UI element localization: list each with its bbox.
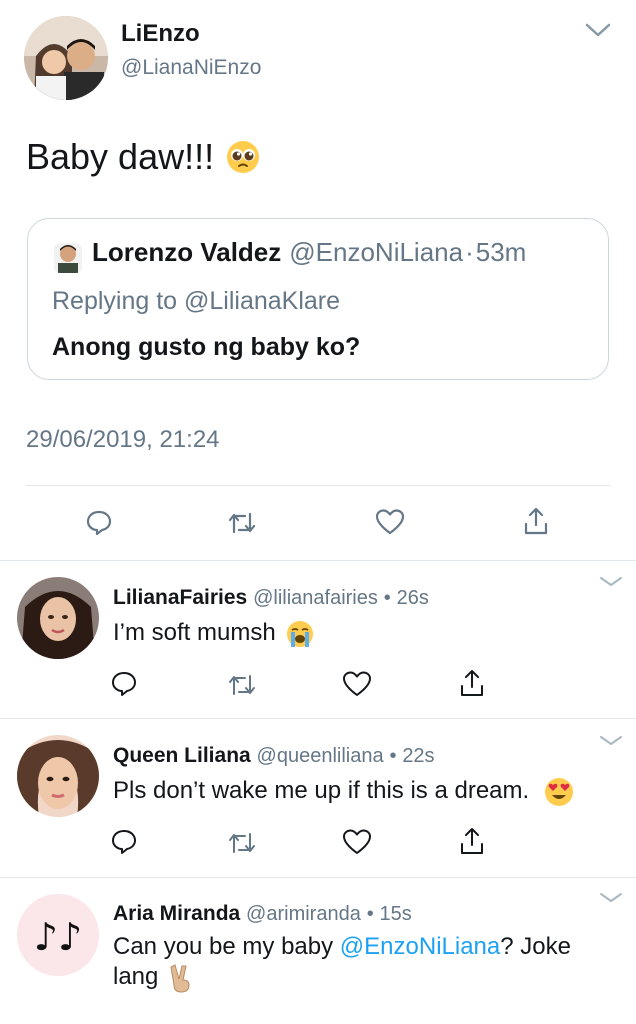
- reply-header: LilianaFairies @lilianafairies • 26s: [113, 586, 429, 610]
- reply-author-handle[interactable]: @arimiranda: [246, 903, 361, 925]
- chevron-down-icon[interactable]: [597, 888, 625, 908]
- reply-author-handle[interactable]: @lilianafairies: [253, 587, 378, 609]
- reply-text-line2: lang: [113, 963, 159, 990]
- victory-hand-emoji-icon: [169, 963, 193, 993]
- author-name[interactable]: LiEnzo: [121, 20, 200, 48]
- divider: [0, 560, 636, 561]
- reply-text-after: ? Joke: [500, 933, 571, 960]
- reply-time: 15s: [379, 903, 412, 925]
- divider: [0, 877, 636, 878]
- reply-time: 22s: [402, 745, 435, 767]
- reply-header: Aria Miranda @arimiranda • 15s: [113, 902, 412, 926]
- tweet-text: Baby daw!!!: [26, 136, 260, 178]
- quoted-replying-to[interactable]: Replying to @LilianaKlare: [52, 287, 340, 316]
- retweet-icon[interactable]: [228, 510, 256, 536]
- quoted-separator: ·: [465, 237, 474, 267]
- pleading-face-emoji-icon: [226, 140, 260, 174]
- quoted-header: Lorenzo Valdez @EnzoNiLiana · 53m: [92, 237, 526, 268]
- chevron-down-icon[interactable]: [597, 572, 625, 592]
- author-avatar[interactable]: [24, 16, 108, 100]
- reply-separator: •: [383, 587, 391, 609]
- reply-text-before: Can you be my baby: [113, 933, 340, 960]
- like-icon[interactable]: [375, 508, 405, 536]
- divider: [26, 485, 610, 486]
- reply-text: Can you be my baby @EnzoNiLiana? Joke la…: [113, 932, 613, 993]
- quoted-tweet-card[interactable]: Lorenzo Valdez @EnzoNiLiana · 53m Replyi…: [27, 218, 609, 380]
- retweet-icon[interactable]: [228, 830, 256, 856]
- reply-text: I’m soft mumsh: [113, 618, 314, 648]
- chevron-down-icon[interactable]: [584, 20, 612, 40]
- reply-separator: •: [389, 745, 397, 767]
- like-icon[interactable]: [342, 828, 372, 856]
- reply-text-content: I’m soft mumsh: [113, 619, 276, 646]
- divider: [0, 718, 636, 719]
- author-handle[interactable]: @LianaNiEnzo: [121, 56, 261, 80]
- share-icon[interactable]: [458, 826, 486, 856]
- tweet-text-content: Baby daw!!!: [26, 136, 215, 177]
- mention-link[interactable]: @EnzoNiLiana: [340, 933, 500, 960]
- tweet-timestamp: 29/06/2019, 21:24: [26, 426, 220, 453]
- reply-icon[interactable]: [85, 509, 113, 537]
- svg-text:♪♪: ♪♪: [34, 915, 83, 959]
- retweet-icon[interactable]: [228, 672, 256, 698]
- loudly-crying-face-emoji-icon: [286, 620, 314, 648]
- reply-icon[interactable]: [110, 670, 138, 698]
- quoted-time: 53m: [475, 237, 527, 267]
- reply-header: Queen Liliana @queenliliana • 22s: [113, 744, 435, 768]
- share-icon[interactable]: [458, 668, 486, 698]
- share-icon[interactable]: [522, 506, 550, 536]
- reply-icon[interactable]: [110, 828, 138, 856]
- reply-author-handle[interactable]: @queenliliana: [257, 745, 384, 767]
- reply-avatar[interactable]: [17, 577, 99, 659]
- reply-author-name[interactable]: LilianaFairies: [113, 586, 247, 609]
- quoted-text: Anong gusto ng baby ko?: [52, 333, 361, 361]
- reply-text: Pls don’t wake me up if this is a dream.: [113, 776, 574, 807]
- quoted-avatar[interactable]: [54, 243, 82, 273]
- reply-separator: •: [366, 903, 374, 925]
- reply-author-name[interactable]: Queen Liliana: [113, 744, 251, 767]
- reply-time: 26s: [396, 587, 429, 609]
- reply-text-content: Pls don’t wake me up if this is a dream.: [113, 777, 530, 804]
- reply-avatar[interactable]: [17, 735, 99, 817]
- like-icon[interactable]: [342, 670, 372, 698]
- reply-avatar[interactable]: ♪♪: [17, 894, 99, 976]
- reply-author-name[interactable]: Aria Miranda: [113, 902, 240, 925]
- quoted-author-handle[interactable]: @EnzoNiLiana: [289, 237, 463, 268]
- heart-eyes-face-emoji-icon: [544, 777, 574, 807]
- quoted-author-name[interactable]: Lorenzo Valdez: [92, 237, 281, 268]
- chevron-down-icon[interactable]: [597, 731, 625, 751]
